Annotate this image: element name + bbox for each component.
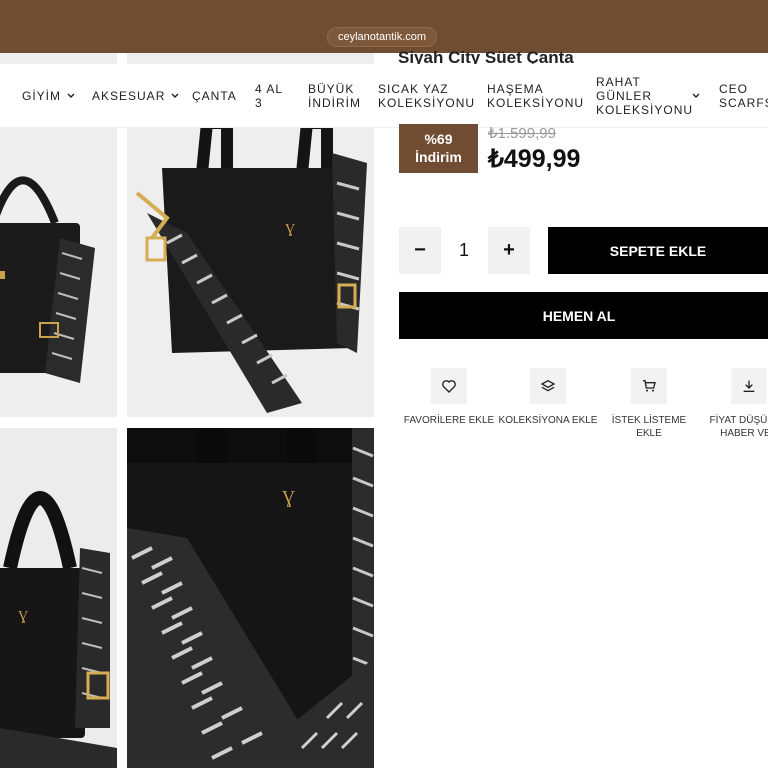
cart-icon: [631, 368, 667, 404]
nav-label: AKSESUAR: [92, 89, 166, 103]
nav-item-rahat-gunler[interactable]: RAHAT GÜNLER KOLEKSİYONU: [596, 64, 706, 128]
nav-item-sicak-yaz[interactable]: SICAK YAZ KOLEKSİYONU: [378, 64, 476, 128]
nav-label: RAHAT GÜNLER KOLEKSİYONU: [596, 75, 694, 117]
nav-label: GİYİM: [22, 89, 62, 103]
nav-label: SICAK YAZ KOLEKSİYONU: [378, 82, 476, 110]
action-collection[interactable]: KOLEKSİYONA EKLE: [498, 368, 598, 427]
action-label: FİYAT DÜŞÜNCE HABER VER: [709, 415, 768, 439]
nav-item-hasema[interactable]: HAŞEMA KOLEKSİYONU: [487, 64, 585, 128]
browser-top-bar: ceylanotantik.com: [0, 0, 768, 53]
layers-icon: [530, 368, 566, 404]
action-favorites[interactable]: FAVORİLERE EKLE: [399, 368, 499, 427]
nav-item-aksesuar[interactable]: AKSESUAR: [92, 64, 180, 128]
old-price: ₺1.599,99: [488, 125, 556, 142]
action-wishlist[interactable]: İSTEK LİSTEME EKLE: [599, 368, 699, 440]
main-navbar: GİYİM AKSESUAR ÇANTA 4 AL 3 BÜYÜK İNDİRİ…: [0, 64, 768, 128]
nav-item-ceo-scarfs[interactable]: CEO SCARFS: [719, 64, 768, 128]
product-image-4[interactable]: Ɣ: [127, 428, 374, 768]
action-label: KOLEKSİYONA EKLE: [498, 415, 598, 426]
discount-percent: %69: [424, 131, 453, 147]
nav-label: CEO SCARFS: [719, 82, 768, 110]
product-image-3[interactable]: Ɣ: [0, 428, 117, 768]
svg-text:Ɣ: Ɣ: [285, 222, 295, 237]
new-price: ₺499,99: [488, 145, 581, 173]
download-icon: [731, 368, 767, 404]
nav-label: BÜYÜK İNDİRİM: [308, 82, 361, 110]
heart-icon: [431, 368, 467, 404]
nav-label: ÇANTA: [192, 89, 237, 103]
discount-label: İndirim: [415, 149, 462, 165]
nav-item-4al3[interactable]: 4 AL 3: [255, 64, 289, 128]
discount-badge: %69 İndirim: [399, 124, 478, 173]
nav-label: HAŞEMA KOLEKSİYONU: [487, 82, 585, 110]
chevron-down-icon: [692, 93, 700, 98]
buy-now-button[interactable]: HEMEN AL: [399, 292, 768, 339]
qty-value[interactable]: 1: [441, 227, 487, 274]
action-label: FAVORİLERE EKLE: [403, 415, 495, 426]
chevron-down-icon: [171, 93, 179, 98]
product-gallery: Ɣ Ɣ Ɣ: [0, 53, 384, 768]
qty-minus-button[interactable]: −: [399, 227, 441, 274]
nav-item-giyim[interactable]: GİYİM: [22, 64, 76, 128]
svg-text:Ɣ: Ɣ: [282, 487, 295, 507]
action-price-alert[interactable]: FİYAT DÜŞÜNCE HABER VER: [699, 368, 768, 440]
url-pill[interactable]: ceylanotantik.com: [327, 27, 438, 47]
svg-text:Ɣ: Ɣ: [18, 609, 28, 624]
qty-plus-button[interactable]: +: [488, 227, 530, 274]
add-to-cart-button[interactable]: SEPETE EKLE: [548, 227, 768, 274]
nav-item-buyuk-indirim[interactable]: BÜYÜK İNDİRİM: [308, 64, 368, 128]
nav-label: 4 AL 3: [255, 82, 283, 110]
nav-item-canta[interactable]: ÇANTA: [192, 64, 237, 128]
action-label: İSTEK LİSTEME EKLE: [611, 415, 687, 439]
chevron-down-icon: [67, 93, 75, 98]
